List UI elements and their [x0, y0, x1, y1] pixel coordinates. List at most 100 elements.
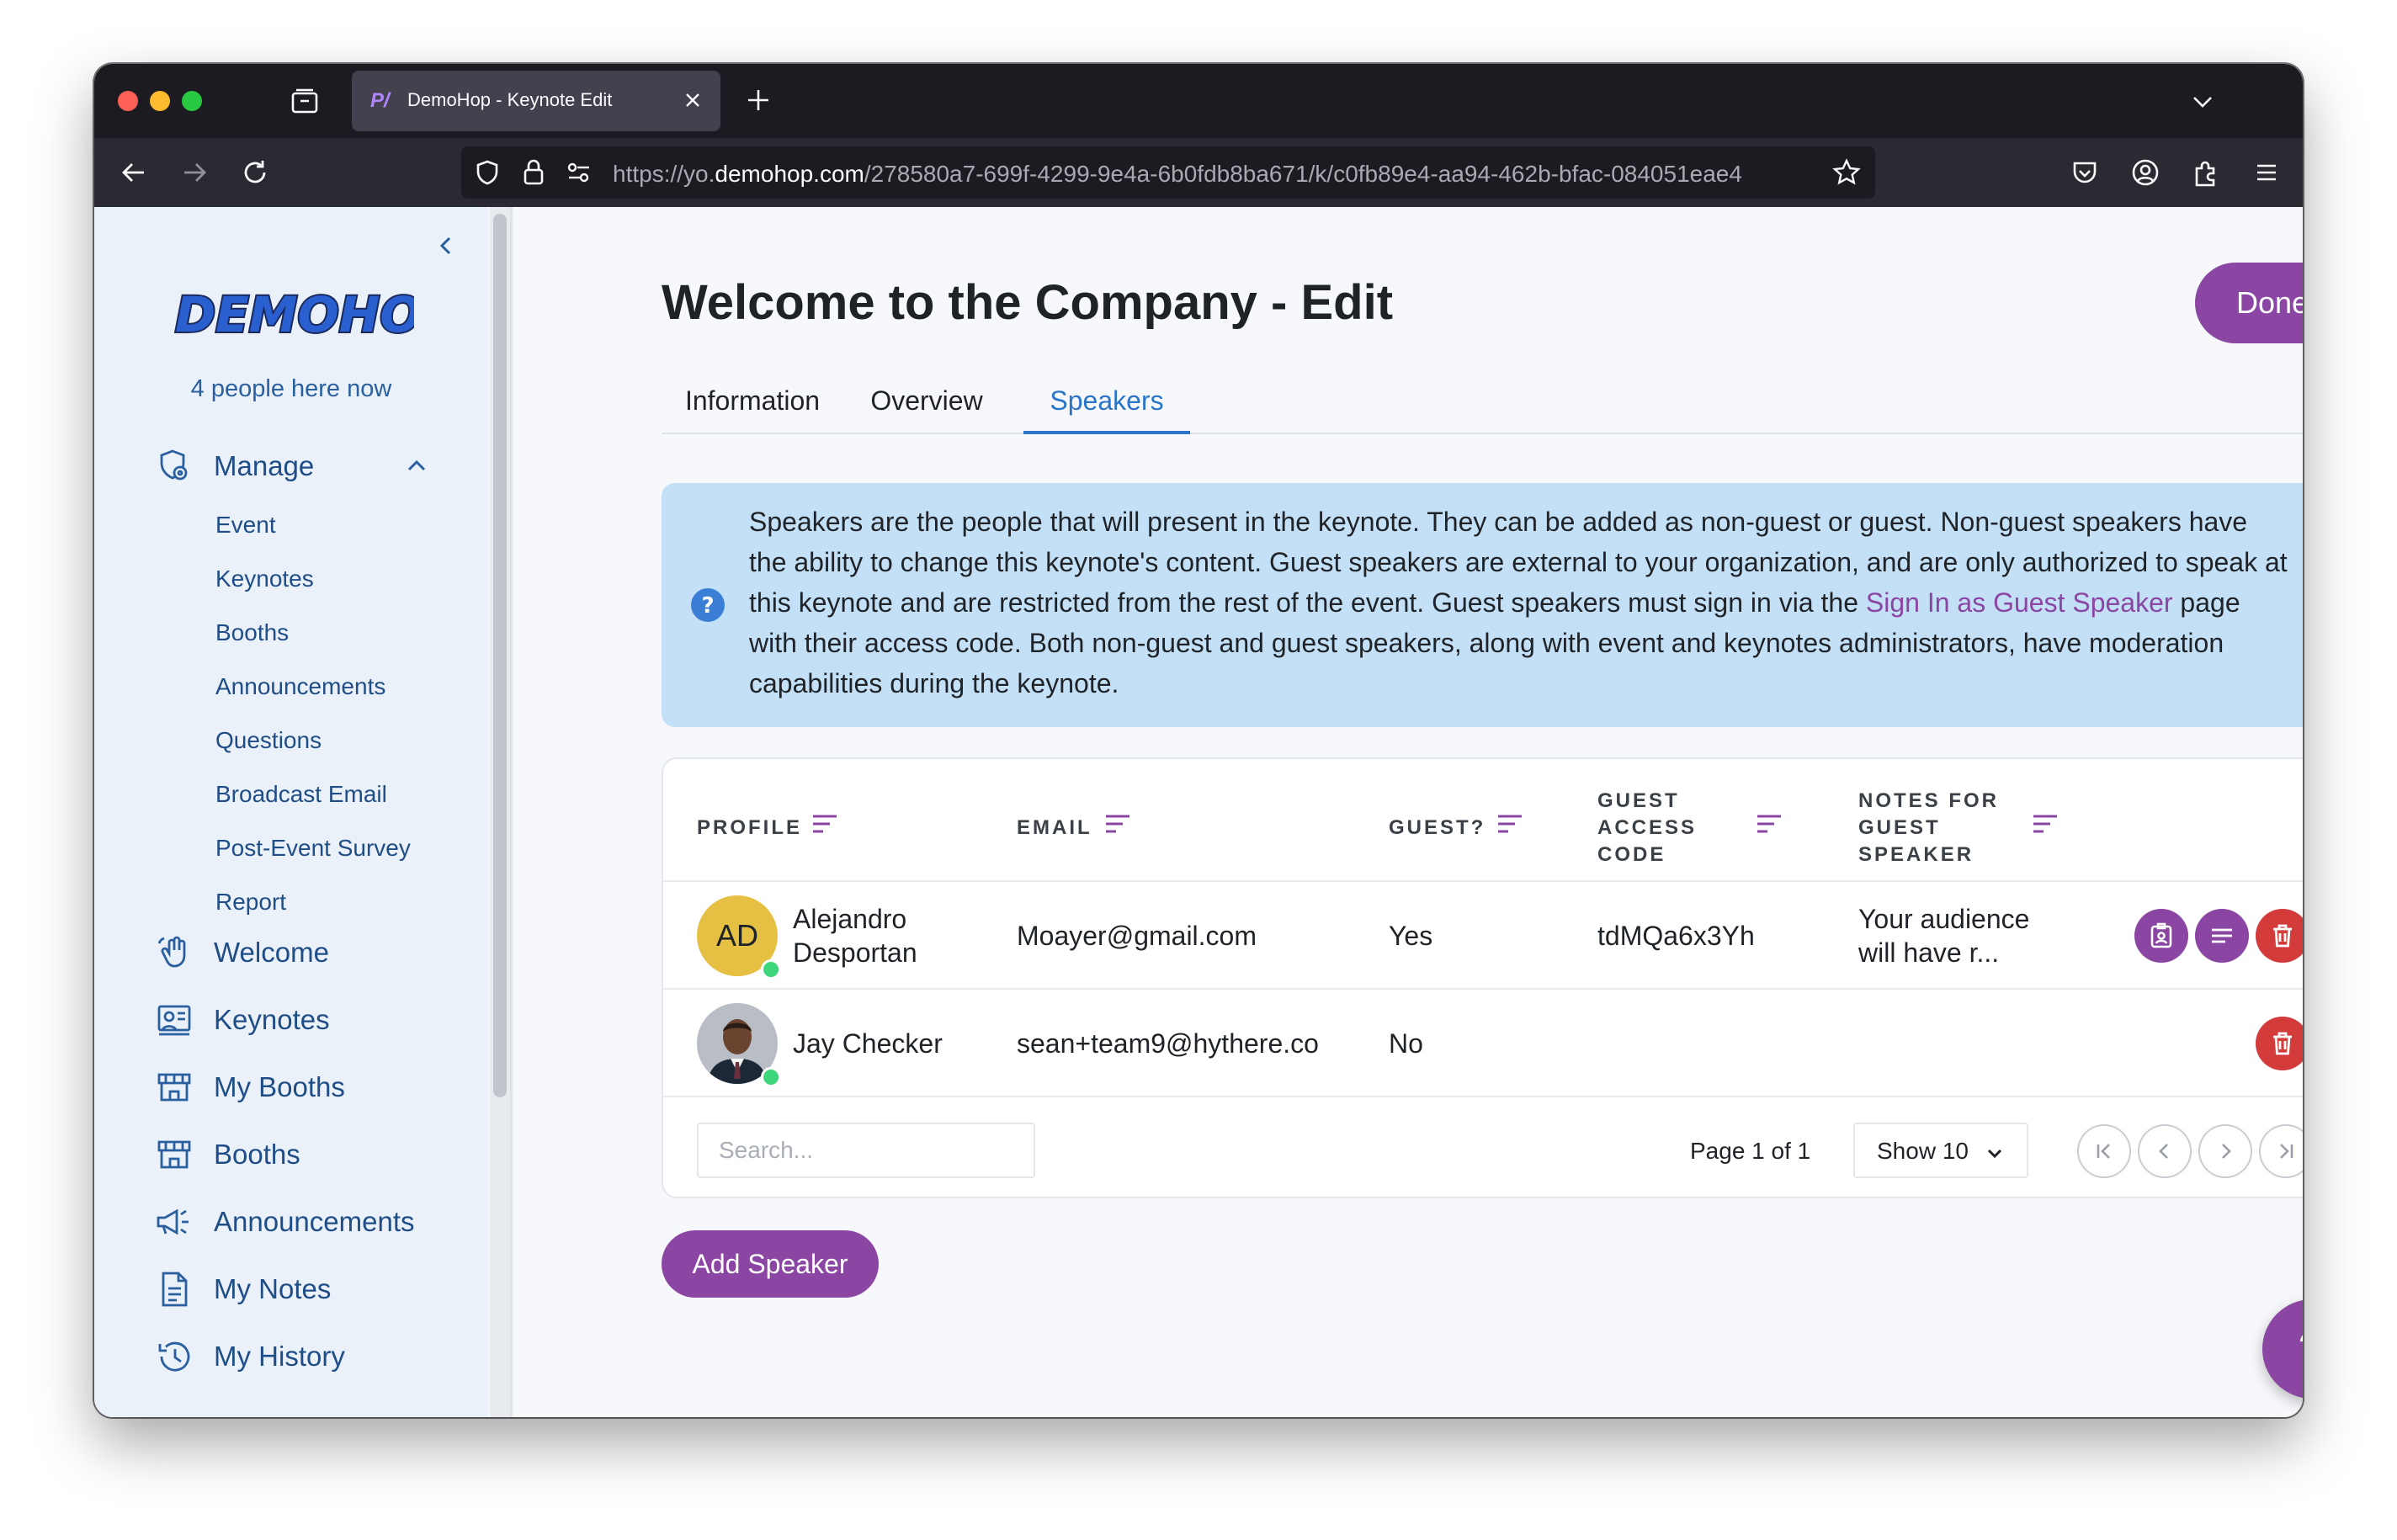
- done-button[interactable]: Done: [2195, 263, 2303, 343]
- sidebar-item-post-event-survey[interactable]: Post-Event Survey: [215, 835, 411, 862]
- minimize-window-button[interactable]: [150, 91, 170, 111]
- column-header-notes-for-guest-speaker[interactable]: NOTES FOR GUEST SPEAKER: [1858, 788, 1999, 868]
- sort-icon[interactable]: [811, 813, 838, 835]
- svg-text:?: ?: [701, 593, 714, 619]
- pocket-icon[interactable]: [2069, 157, 2101, 189]
- permissions-icon[interactable]: [566, 160, 593, 185]
- star-bookmark-icon[interactable]: [1831, 157, 1862, 188]
- sign-in-guest-speaker-link[interactable]: Sign In as Guest Speaker: [1866, 587, 2173, 618]
- back-arrow-icon[interactable]: [118, 157, 150, 189]
- sidebar-item-label: Booths: [214, 1139, 300, 1170]
- sort-icon[interactable]: [2032, 813, 2059, 835]
- browser-tab[interactable]: P/ DemoHop - Keynote Edit: [352, 71, 720, 131]
- help-button[interactable]: ?: [2262, 1299, 2303, 1399]
- demohop-favicon-icon: P/: [370, 89, 390, 112]
- waving-hand-icon: [157, 936, 186, 968]
- page-size-select[interactable]: Show 10: [1853, 1123, 2028, 1178]
- lock-icon[interactable]: [520, 157, 547, 187]
- sidebar-item-my-notes[interactable]: My Notes: [155, 1269, 331, 1309]
- column-header-guest-access-code[interactable]: GUEST ACCESS CODE: [1597, 788, 1697, 868]
- extensions-icon[interactable]: [2190, 157, 2222, 189]
- plus-icon[interactable]: [744, 86, 773, 114]
- header-line: SPEAKER: [1858, 843, 1974, 866]
- speakers-table: PROFILE EMAIL GUEST? GUEST ACCESS CODE N…: [662, 757, 2303, 1198]
- header-line: GUEST: [1597, 789, 1680, 812]
- sidebar-item-booths[interactable]: Booths: [215, 619, 289, 646]
- sidebar-item-label: My Booths: [214, 1071, 345, 1102]
- chevron-down-icon: [1987, 1149, 2002, 1159]
- account-icon[interactable]: [2129, 157, 2161, 189]
- reload-icon[interactable]: [239, 157, 271, 189]
- sort-icon[interactable]: [1496, 813, 1523, 835]
- speaker-name-line: Alejandro: [793, 904, 907, 934]
- badge-access-code-button[interactable]: [2134, 909, 2188, 963]
- tab-information[interactable]: Information: [662, 375, 843, 434]
- close-window-button[interactable]: [118, 91, 138, 111]
- speaker-email: sean+team9@hythere.co: [1017, 1028, 1319, 1059]
- page-size-value: Show 10: [1877, 1138, 1969, 1164]
- sidebar-item-broadcast-email[interactable]: Broadcast Email: [215, 781, 387, 808]
- first-page-icon: [2097, 1144, 2110, 1159]
- close-icon[interactable]: [2298, 508, 2303, 534]
- previous-page-button[interactable]: [2138, 1124, 2192, 1178]
- sort-icon[interactable]: [1756, 813, 1783, 835]
- sidebar-item-label: Announcements: [214, 1206, 415, 1237]
- hamburger-menu-icon[interactable]: [2251, 157, 2283, 189]
- header-line: NOTES FOR: [1858, 789, 2000, 812]
- url-host: demohop.com: [715, 161, 864, 187]
- last-page-button[interactable]: [2259, 1124, 2303, 1178]
- add-speaker-button[interactable]: Add Speaker: [662, 1230, 879, 1298]
- sidebar-scrollbar-thumb[interactable]: [493, 214, 507, 1097]
- sidebar-item-keynotes-main[interactable]: Keynotes: [155, 1000, 330, 1040]
- sidebar-item-keynotes[interactable]: Keynotes: [215, 566, 314, 592]
- first-page-button[interactable]: [2077, 1124, 2131, 1178]
- lines-icon: [2212, 928, 2232, 943]
- sidebar-item-report[interactable]: Report: [215, 889, 286, 916]
- sidebar-item-my-booths[interactable]: My Booths: [155, 1067, 345, 1107]
- sidebar-item-event[interactable]: Event: [215, 512, 276, 539]
- megaphone-icon: [157, 1208, 189, 1235]
- row-divider: [663, 1096, 2303, 1097]
- sidebar-item-announcements-main[interactable]: Announcements: [155, 1202, 415, 1242]
- speaker-email: Moayer@gmail.com: [1017, 921, 1257, 951]
- delete-speaker-button[interactable]: [2256, 1017, 2303, 1070]
- tab-overview[interactable]: Overview: [843, 375, 1010, 434]
- tab-manager-icon[interactable]: [290, 86, 320, 116]
- url-bar[interactable]: https://yo.demohop.com/278580a7-699f-429…: [461, 146, 1875, 199]
- next-page-button[interactable]: [2198, 1124, 2252, 1178]
- search-input[interactable]: [697, 1123, 1035, 1178]
- sidebar-item-label: Welcome: [214, 937, 329, 968]
- sidebar: DEMOHOP 4 people here now Manage Event K…: [94, 207, 488, 1417]
- url-text[interactable]: https://yo.demohop.com/278580a7-699f-429…: [613, 161, 1816, 188]
- sidebar-item-my-history[interactable]: My History: [155, 1336, 345, 1377]
- speaker-name: Jay Checker: [793, 1028, 943, 1059]
- chevron-down-icon[interactable]: [2190, 89, 2215, 114]
- speaker-name: Alejandro Desportan: [793, 902, 917, 969]
- maximize-window-button[interactable]: [182, 91, 202, 111]
- forward-arrow-icon[interactable]: [178, 157, 210, 189]
- column-header-guest[interactable]: GUEST?: [1389, 815, 1486, 842]
- last-page-icon: [2280, 1144, 2293, 1159]
- chevron-up-icon[interactable]: [404, 453, 429, 478]
- close-icon[interactable]: [682, 89, 704, 111]
- info-text: Speakers are the people that will presen…: [749, 502, 2289, 704]
- tab-speakers[interactable]: Speakers: [1023, 375, 1190, 434]
- sort-icon[interactable]: [1104, 813, 1131, 835]
- page-title: Welcome to the Company - Edit: [662, 275, 1394, 330]
- sidebar-item-booths-main[interactable]: Booths: [155, 1134, 300, 1175]
- sidebar-item-announcements[interactable]: Announcements: [215, 673, 385, 700]
- edit-notes-button[interactable]: [2195, 909, 2249, 963]
- column-header-profile[interactable]: PROFILE: [697, 815, 802, 842]
- sidebar-item-manage[interactable]: Manage: [155, 446, 314, 486]
- column-header-email[interactable]: EMAIL: [1017, 815, 1092, 842]
- delete-speaker-button[interactable]: [2256, 909, 2303, 963]
- speaker-notes-line: Your audience: [1858, 904, 2030, 934]
- header-line: CODE: [1597, 843, 1666, 866]
- demohop-logo: DEMOHOP: [173, 284, 414, 343]
- sidebar-item-questions[interactable]: Questions: [215, 727, 322, 754]
- chevron-left-icon[interactable]: [433, 232, 460, 259]
- sidebar-item-label: Manage: [214, 450, 315, 481]
- sidebar-item-welcome[interactable]: Welcome: [155, 932, 329, 973]
- shield-icon[interactable]: [473, 158, 502, 187]
- row-divider: [663, 988, 2303, 990]
